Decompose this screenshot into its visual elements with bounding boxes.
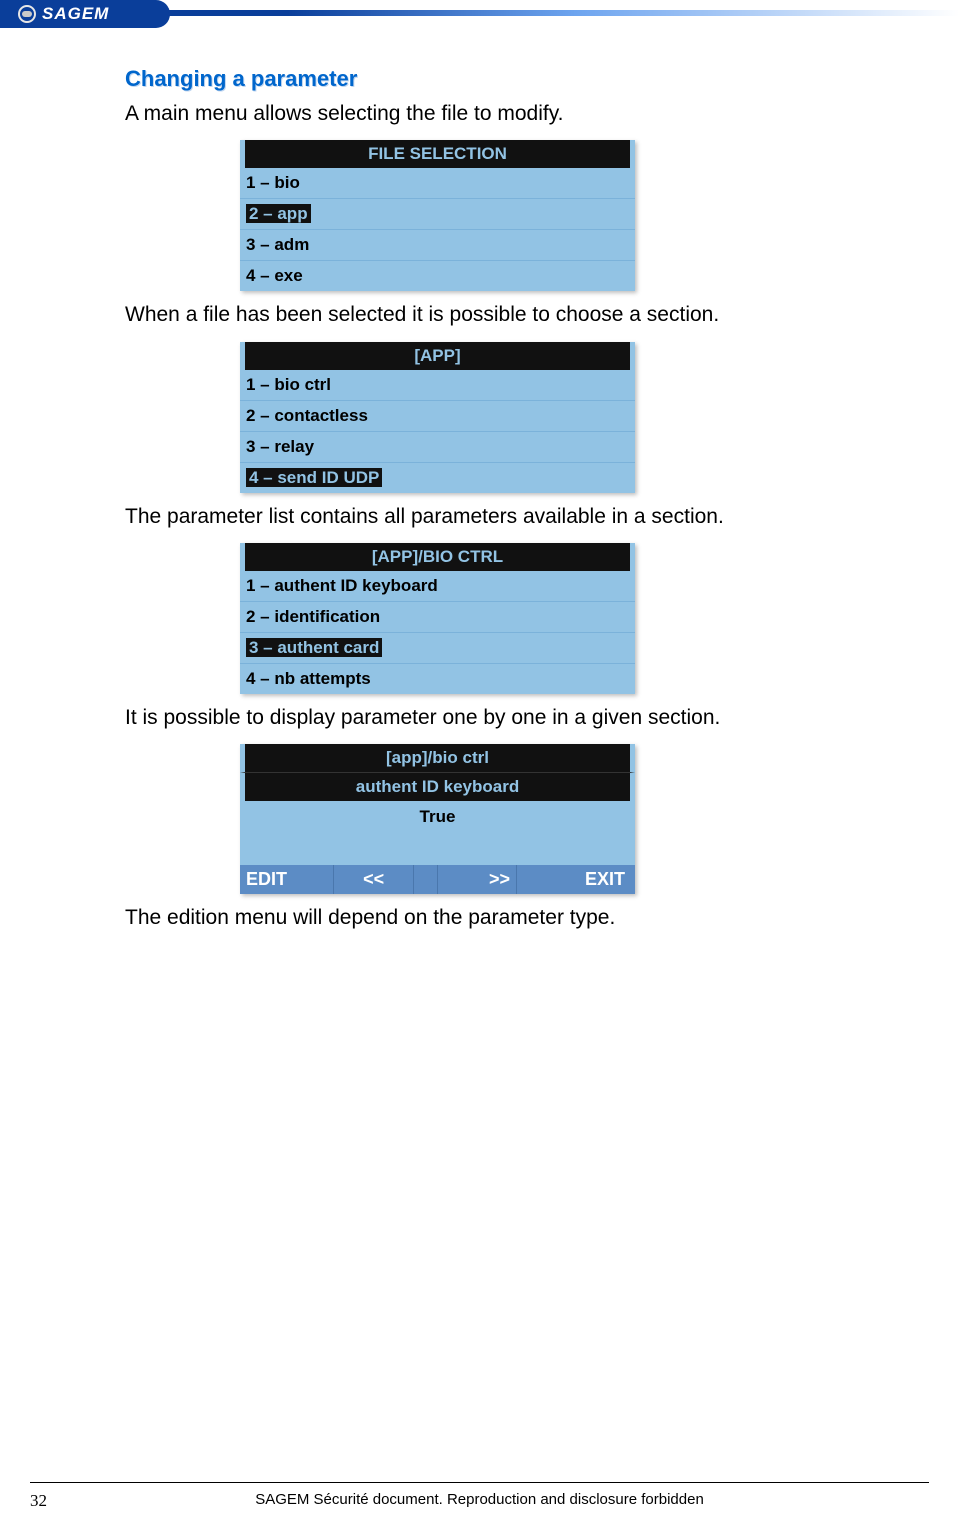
menu-title: FILE SELECTION [240, 140, 635, 168]
menu-items: 1 – authent ID keyboard2 – identificatio… [240, 571, 635, 694]
menu-title: [APP] [240, 342, 635, 370]
param-value: True [240, 801, 635, 865]
paragraph-2: When a file has been selected it is poss… [125, 301, 899, 329]
menu-items: 1 – bio2 – app3 – adm4 – exe [240, 168, 635, 291]
menu-app-bio-ctrl: [APP]/BIO CTRL 1 – authent ID keyboard2 … [240, 543, 635, 694]
footer-text: SAGEM Sécurité document. Reproduction an… [30, 1491, 929, 1508]
menu-item[interactable]: 4 – send ID UDP [240, 462, 635, 493]
menu-item[interactable]: 1 – authent ID keyboard [240, 571, 635, 601]
edit-button[interactable]: EDIT [240, 865, 334, 894]
menu-item[interactable]: 4 – nb attempts [240, 663, 635, 694]
menu-file-selection: FILE SELECTION 1 – bio2 – app3 – adm4 – … [240, 140, 635, 291]
footer-rule [30, 1482, 929, 1483]
brand-pill: SAGEM [0, 0, 170, 28]
exit-button[interactable]: EXIT [517, 865, 635, 894]
page-footer: 32 SAGEM Sécurité document. Reproduction… [30, 1491, 929, 1511]
button-spacer [414, 865, 439, 894]
menu-items: 1 – bio ctrl2 – contactless3 – relay4 – … [240, 370, 635, 493]
param-name: authent ID keyboard [240, 772, 635, 801]
paragraph-3: The parameter list contains all paramete… [125, 503, 899, 531]
menu-item[interactable]: 2 – contactless [240, 400, 635, 431]
menu-item[interactable]: 3 – authent card [240, 632, 635, 663]
brand-text: SAGEM [42, 4, 109, 24]
section-title: Changing a parameter [125, 66, 899, 92]
next-button[interactable]: >> [438, 865, 517, 894]
menu-item[interactable]: 3 – adm [240, 229, 635, 260]
param-detail-screen: [app]/bio ctrl authent ID keyboard True … [240, 744, 635, 894]
paragraph-5: The edition menu will depend on the para… [125, 904, 899, 932]
menu-item[interactable]: 3 – relay [240, 431, 635, 462]
menu-item[interactable]: 2 – identification [240, 601, 635, 632]
param-path: [app]/bio ctrl [240, 744, 635, 772]
header-bar: SAGEM [0, 0, 959, 28]
menu-app: [APP] 1 – bio ctrl2 – contactless3 – rel… [240, 342, 635, 493]
menu-title: [APP]/BIO CTRL [240, 543, 635, 571]
paragraph-1: A main menu allows selecting the file to… [125, 100, 899, 128]
menu-item[interactable]: 1 – bio ctrl [240, 370, 635, 400]
menu-item[interactable]: 4 – exe [240, 260, 635, 291]
brand-logo-icon [18, 5, 36, 23]
menu-item[interactable]: 2 – app [240, 198, 635, 229]
prev-button[interactable]: << [334, 865, 414, 894]
menu-item[interactable]: 1 – bio [240, 168, 635, 198]
param-button-row: EDIT << >> EXIT [240, 865, 635, 894]
paragraph-4: It is possible to display parameter one … [125, 704, 899, 732]
